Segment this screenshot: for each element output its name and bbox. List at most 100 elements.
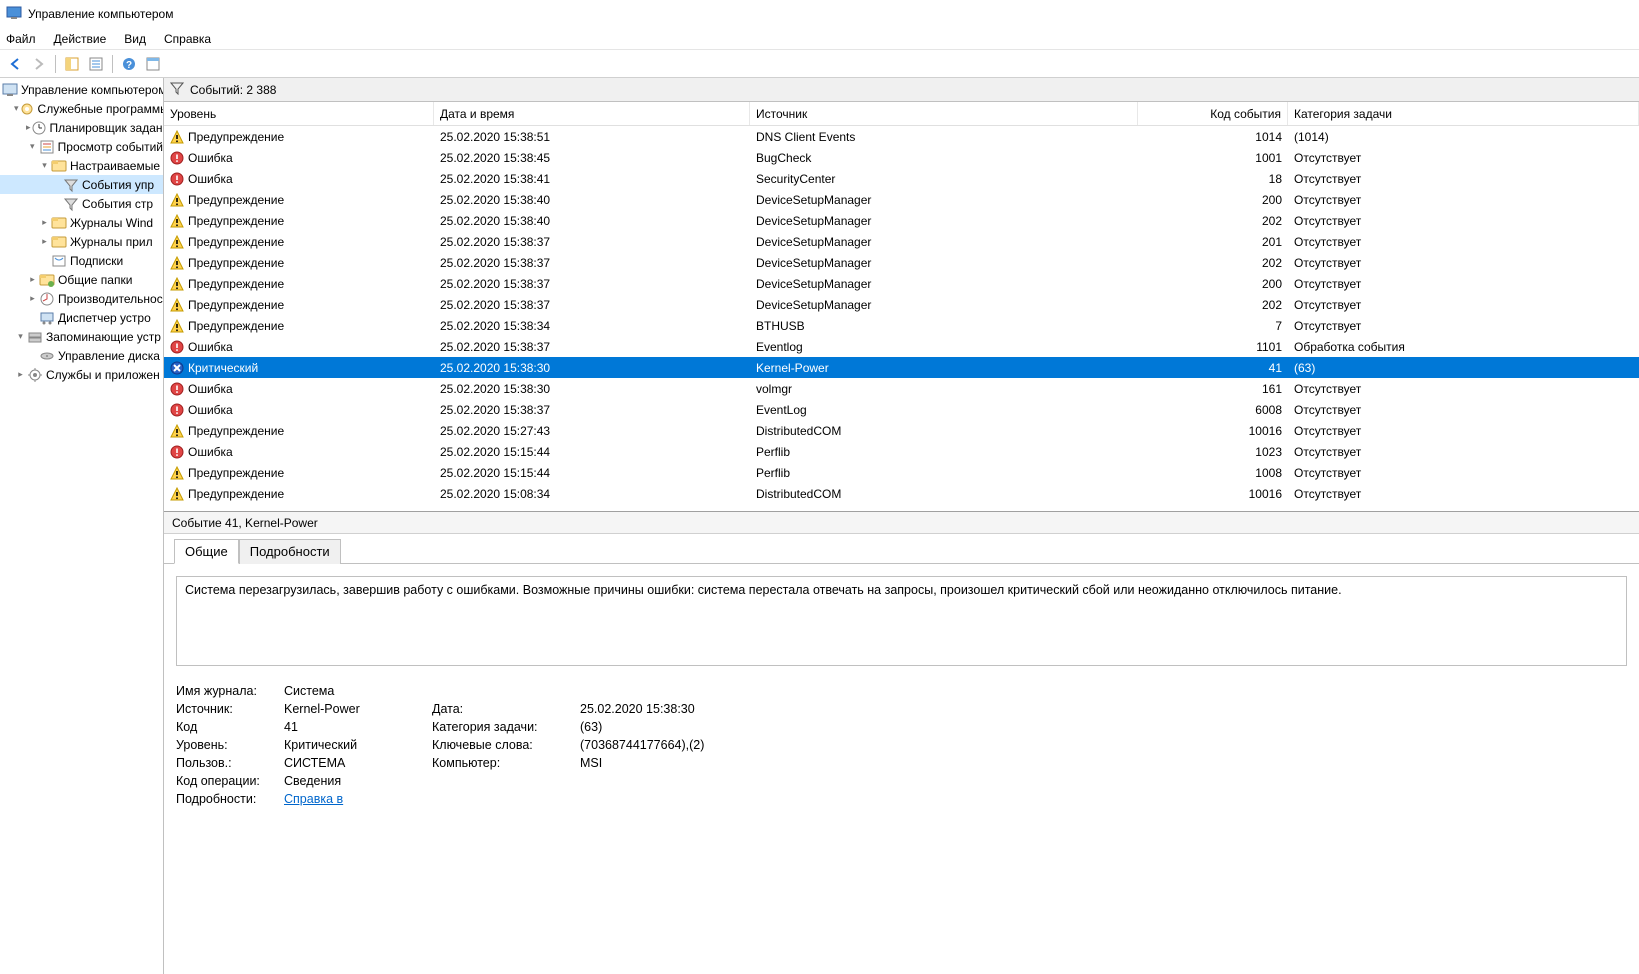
tree-item[interactable]: ▸Производительнос xyxy=(0,289,163,308)
cell-level: Предупреждение xyxy=(164,315,434,336)
menu-file[interactable]: Файл xyxy=(6,32,36,46)
folder-icon xyxy=(51,215,67,231)
cell-date: 25.02.2020 15:38:37 xyxy=(434,399,750,420)
expander-icon[interactable]: ▸ xyxy=(38,217,51,228)
cell-source: DeviceSetupManager xyxy=(750,231,1138,252)
value-user: СИСТЕМА xyxy=(284,756,424,770)
menu-help[interactable]: Справка xyxy=(164,32,211,46)
column-level[interactable]: Уровень xyxy=(164,102,434,125)
event-row[interactable]: Ошибка25.02.2020 15:38:45BugCheck1001Отс… xyxy=(164,147,1639,168)
menu-action[interactable]: Действие xyxy=(54,32,107,46)
error-icon xyxy=(170,340,184,354)
event-row[interactable]: Ошибка25.02.2020 15:38:37EventLog6008Отс… xyxy=(164,399,1639,420)
cell-category: Отсутствует xyxy=(1288,315,1639,336)
event-row[interactable]: Ошибка25.02.2020 15:38:30volmgr161Отсутс… xyxy=(164,378,1639,399)
event-row[interactable]: Предупреждение25.02.2020 15:38:40DeviceS… xyxy=(164,189,1639,210)
tree-item[interactable]: ▸Службы и приложен xyxy=(0,365,163,384)
tree-item[interactable]: ▸Журналы прил xyxy=(0,232,163,251)
tree-item[interactable]: ▸ Общие папки xyxy=(0,270,163,289)
warning-icon xyxy=(170,424,184,438)
show-hide-button[interactable] xyxy=(61,53,83,75)
shared-icon xyxy=(39,272,55,288)
tab-details[interactable]: Подробности xyxy=(239,539,341,564)
tree-item[interactable]: События упр xyxy=(0,175,163,194)
tree-item-label: Настраиваемые xyxy=(70,159,160,173)
event-row[interactable]: Критический25.02.2020 15:38:30Kernel-Pow… xyxy=(164,357,1639,378)
app-icon xyxy=(6,5,22,24)
tree-item[interactable]: ▸ Журналы Wind xyxy=(0,213,163,232)
column-date[interactable]: Дата и время xyxy=(434,102,750,125)
cell-level: Ошибка xyxy=(164,147,434,168)
event-row[interactable]: Предупреждение25.02.2020 15:38:37DeviceS… xyxy=(164,273,1639,294)
toolbar-separator xyxy=(112,55,113,73)
tree-item-label: Диспетчер устро xyxy=(58,311,151,325)
cell-code: 202 xyxy=(1138,294,1288,315)
event-row[interactable]: Предупреждение25.02.2020 15:38:40DeviceS… xyxy=(164,210,1639,231)
tree-item[interactable]: ▾Служебные программы xyxy=(0,99,163,118)
event-row[interactable]: Ошибка25.02.2020 15:15:44Perflib1023Отсу… xyxy=(164,441,1639,462)
tab-general[interactable]: Общие xyxy=(174,539,239,564)
forward-button[interactable] xyxy=(28,53,50,75)
tree-item[interactable]: ▾ Настраиваемые xyxy=(0,156,163,175)
event-row[interactable]: Ошибка25.02.2020 15:38:41SecurityCenter1… xyxy=(164,168,1639,189)
list-header[interactable]: Уровень Дата и время Источник Код событи… xyxy=(164,102,1639,126)
tree-item[interactable]: Управление диска xyxy=(0,346,163,365)
diskmgr-icon xyxy=(39,348,55,364)
event-list[interactable]: Уровень Дата и время Источник Код событи… xyxy=(164,102,1639,512)
tree-item[interactable]: Управление компьютером xyxy=(0,80,163,99)
cell-date: 25.02.2020 15:38:37 xyxy=(434,252,750,273)
toolbar: ? xyxy=(0,50,1639,78)
expander-icon[interactable]: ▸ xyxy=(26,274,39,285)
devmgr-icon xyxy=(39,310,55,326)
column-category[interactable]: Категория задачи xyxy=(1288,102,1639,125)
event-row[interactable]: Предупреждение25.02.2020 15:38:34BTHUSB7… xyxy=(164,315,1639,336)
level-text: Предупреждение xyxy=(188,214,284,228)
help-link[interactable]: Справка в xyxy=(284,792,343,806)
level-text: Предупреждение xyxy=(188,298,284,312)
level-text: Ошибка xyxy=(188,340,233,354)
event-row[interactable]: Предупреждение25.02.2020 15:15:44Perflib… xyxy=(164,462,1639,483)
event-row[interactable]: Предупреждение25.02.2020 15:08:34Distrib… xyxy=(164,483,1639,504)
expander-icon[interactable]: ▸ xyxy=(26,293,39,304)
nav-tree[interactable]: Управление компьютером▾Служебные програм… xyxy=(0,78,164,974)
cell-source: DNS Client Events xyxy=(750,126,1138,147)
warning-icon xyxy=(170,235,184,249)
tree-item[interactable]: Подписки xyxy=(0,251,163,270)
tree-item-label: Общие папки xyxy=(58,273,132,287)
critical-icon xyxy=(170,361,184,375)
tree-item[interactable]: События стр xyxy=(0,194,163,213)
column-source[interactable]: Источник xyxy=(750,102,1138,125)
subs-icon xyxy=(51,253,67,269)
cell-code: 202 xyxy=(1138,252,1288,273)
tree-item[interactable]: Диспетчер устро xyxy=(0,308,163,327)
event-row[interactable]: Предупреждение25.02.2020 15:38:51DNS Cli… xyxy=(164,126,1639,147)
event-row[interactable]: Предупреждение25.02.2020 15:38:37DeviceS… xyxy=(164,231,1639,252)
label-code: Код xyxy=(176,720,276,734)
event-row[interactable]: Предупреждение25.02.2020 15:27:43Distrib… xyxy=(164,420,1639,441)
cell-code: 6008 xyxy=(1138,399,1288,420)
expander-icon[interactable]: ▾ xyxy=(38,160,51,171)
event-row[interactable]: Предупреждение25.02.2020 15:38:37DeviceS… xyxy=(164,252,1639,273)
tree-item[interactable]: ▾Запоминающие устр xyxy=(0,327,163,346)
tree-item[interactable]: ▸Планировщик заданий xyxy=(0,118,163,137)
cell-source: DeviceSetupManager xyxy=(750,294,1138,315)
expander-icon[interactable]: ▸ xyxy=(14,369,27,380)
expander-icon[interactable]: ▸ xyxy=(38,236,51,247)
tree-item-label: Журналы Wind xyxy=(70,216,153,230)
expander-icon[interactable]: ▾ xyxy=(26,141,39,152)
event-row[interactable]: Предупреждение25.02.2020 15:38:37DeviceS… xyxy=(164,294,1639,315)
expander-icon[interactable]: ▾ xyxy=(14,331,27,342)
properties-button[interactable] xyxy=(85,53,107,75)
detail-properties: Имя журнала: Система Источник: Kernel-Po… xyxy=(176,684,1627,806)
folder-icon xyxy=(51,234,67,250)
back-button[interactable] xyxy=(4,53,26,75)
level-text: Предупреждение xyxy=(188,424,284,438)
column-code[interactable]: Код события xyxy=(1138,102,1288,125)
event-row[interactable]: Ошибка25.02.2020 15:38:37Eventlog1101Обр… xyxy=(164,336,1639,357)
cell-code: 7 xyxy=(1138,315,1288,336)
tree-item[interactable]: ▾Просмотр событий xyxy=(0,137,163,156)
menu-view[interactable]: Вид xyxy=(124,32,146,46)
help-button[interactable]: ? xyxy=(118,53,140,75)
extra-button[interactable] xyxy=(142,53,164,75)
error-icon xyxy=(170,445,184,459)
